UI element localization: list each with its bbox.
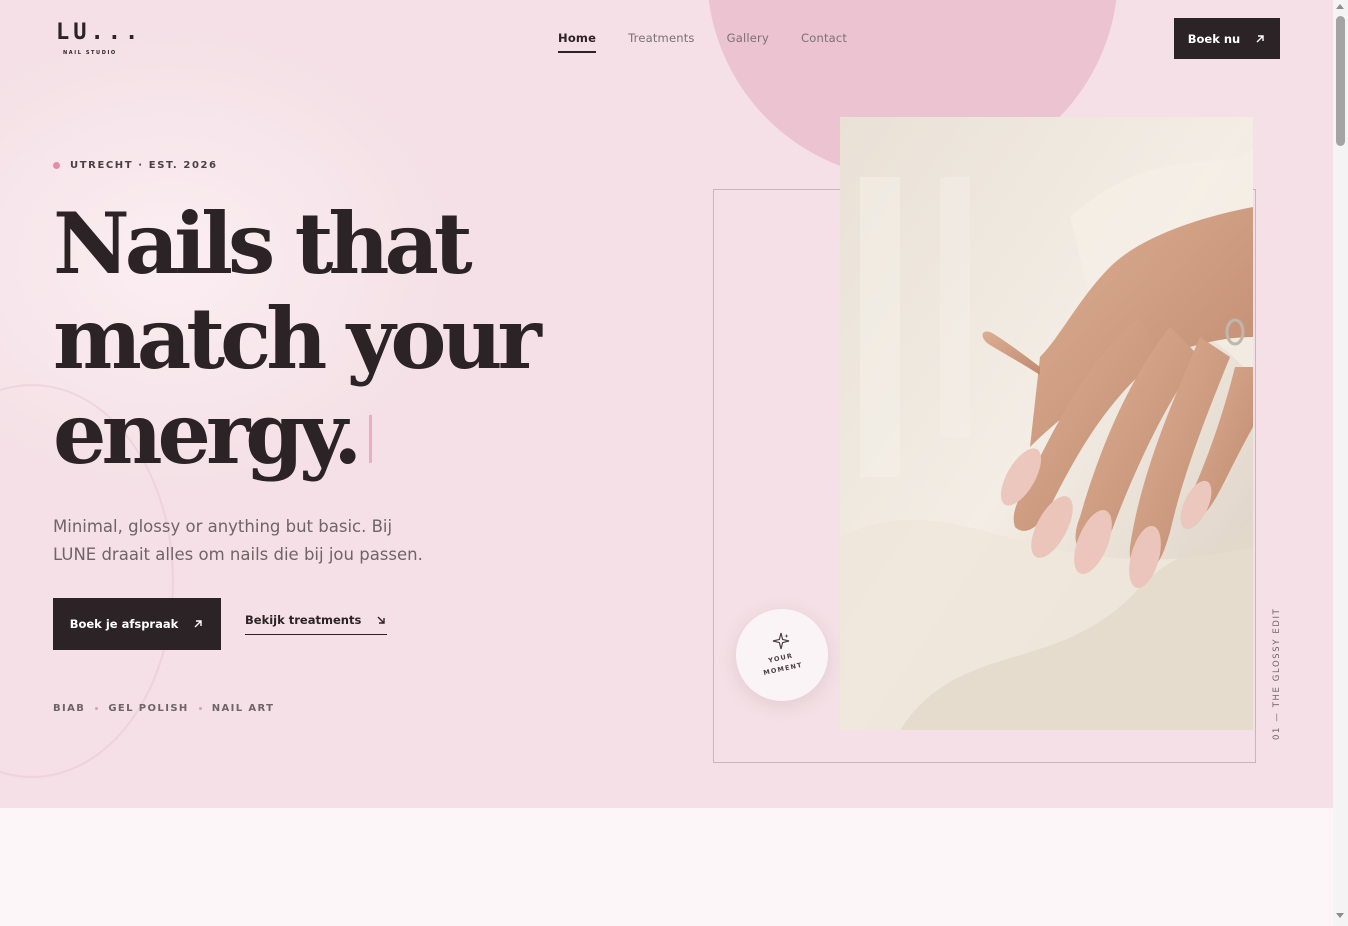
typing-cursor [369,415,373,463]
view-treatments-link[interactable]: Bekijk treatments [245,613,388,635]
tag-nail-art: NAIL ART [211,703,275,714]
book-appointment-label: Boek je afspraak [69,617,179,631]
arrow-up-right-icon [194,620,202,628]
scroll-down-arrow-icon[interactable] [1336,913,1344,918]
hand-illustration [840,117,1253,730]
eyebrow-dot [53,162,60,169]
tag-gel-polish: GEL POLISH [108,703,189,714]
next-section [0,808,1333,926]
logo[interactable]: LU... NAIL STUDIO [56,20,143,57]
tag-separator [198,707,202,710]
tag-separator [95,707,99,710]
your-moment-badge: YOUR MOMENT [736,609,828,701]
logo-mark: LU... [56,20,143,45]
location-eyebrow: UTRECHT · EST. 2026 [53,160,218,171]
book-now-button[interactable]: Boek nu [1174,18,1280,59]
nav-item-gallery[interactable]: Gallery [727,30,769,53]
arrow-down-right-icon [377,616,385,624]
book-appointment-button[interactable]: Boek je afspraak [53,598,221,650]
page: LU... NAIL STUDIO Home Treatments Galler… [0,0,1333,926]
eyebrow-text: UTRECHT · EST. 2026 [70,160,218,171]
hero-photo [840,117,1253,730]
headline-line-1: Nails that [53,194,473,293]
arrow-up-right-icon [1256,34,1264,42]
hero-section: LU... NAIL STUDIO Home Treatments Galler… [0,0,1333,808]
vertical-side-label: 01 — THE GLOSSY EDIT [1272,607,1282,740]
page-scrollbar[interactable] [1333,0,1348,926]
book-now-label: Boek nu [1187,31,1241,46]
nav-item-contact[interactable]: Contact [801,30,847,53]
headline-line-3: energy. [53,386,537,481]
headline-line-3-text: energy. [53,384,362,483]
scroll-thumb[interactable] [1336,16,1345,146]
hero-subtitle: Minimal, glossy or anything but basic. B… [53,517,423,564]
tag-biab: BIAB [53,703,86,714]
view-treatments-label: Bekijk treatments [245,613,362,627]
logo-subtitle: NAIL STUDIO [63,50,117,56]
sparkle-icon [772,632,790,650]
scroll-up-arrow-icon[interactable] [1336,4,1344,9]
nav-item-home[interactable]: Home [558,30,597,53]
main-nav: Home Treatments Gallery Contact [558,30,879,53]
hero-headline: Nails that match your energy. [53,194,542,481]
service-tags: BIAB GEL POLISH NAIL ART [53,703,274,714]
nav-item-treatments[interactable]: Treatments [628,30,695,53]
headline-line-2: match your [53,289,542,388]
